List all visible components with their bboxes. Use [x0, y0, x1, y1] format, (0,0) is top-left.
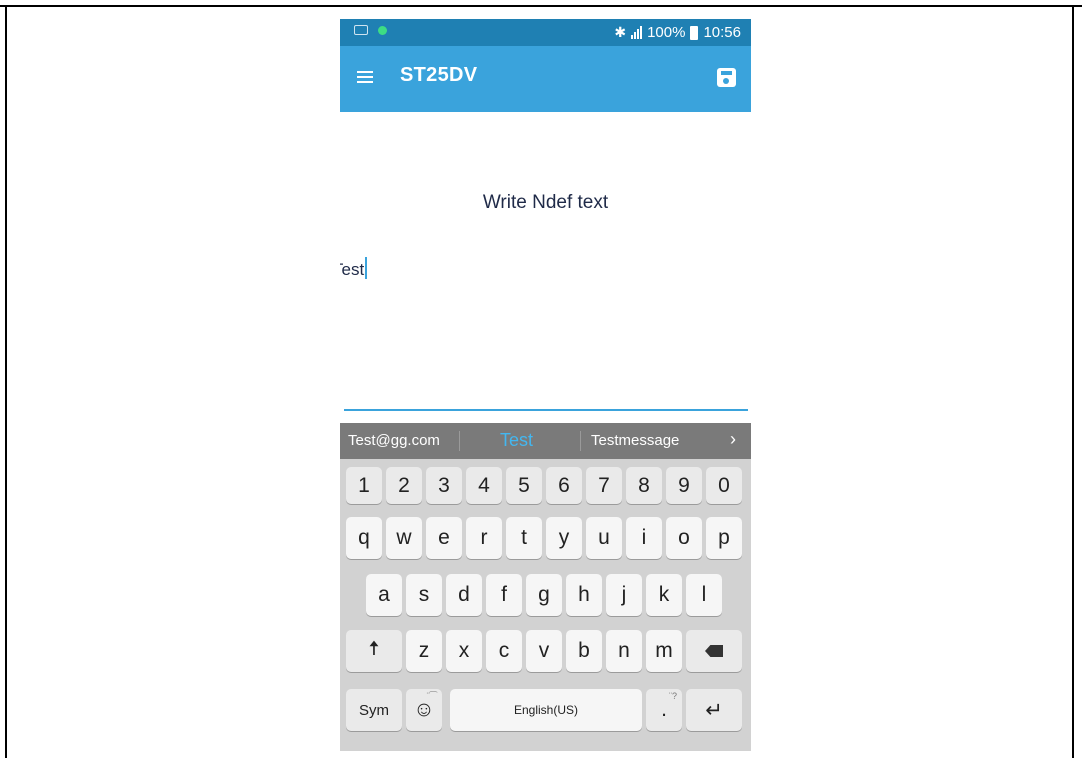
key-c[interactable]: c — [486, 630, 522, 672]
key-t[interactable]: t — [506, 517, 542, 559]
enter-key[interactable]: ↵ — [686, 689, 742, 731]
frame-top-border — [0, 5, 1082, 7]
period-label: . — [661, 698, 667, 721]
keyboard-icon — [354, 25, 368, 35]
text-input-value: Test — [340, 260, 365, 279]
phone-screen: ✱ 100% 10:56 ST25DV Write Ndef text Test… — [340, 19, 751, 751]
suggestion-divider — [459, 431, 460, 451]
backspace-key[interactable] — [686, 630, 742, 672]
key-d[interactable]: d — [446, 574, 482, 616]
key-x[interactable]: x — [446, 630, 482, 672]
key-e[interactable]: e — [426, 517, 462, 559]
status-bar: ✱ 100% 10:56 — [340, 19, 751, 46]
key-u[interactable]: u — [586, 517, 622, 559]
key-r[interactable]: r — [466, 517, 502, 559]
ndef-text-input[interactable]: Test — [340, 257, 367, 280]
backspace-icon — [705, 645, 723, 657]
frame-right-border — [1072, 5, 1074, 758]
signal-icon — [631, 26, 643, 39]
text-input-underline — [344, 409, 748, 411]
app-bar: ST25DV — [340, 46, 751, 112]
key-3[interactable]: 3 — [426, 467, 462, 504]
key-h[interactable]: h — [566, 574, 602, 616]
battery-icon — [690, 25, 699, 40]
suggestion-bar: Test@gg.com Test Testmessage › — [340, 423, 751, 459]
menu-icon[interactable] — [357, 71, 373, 83]
emoji-key-hint: ¨⁀ — [426, 691, 437, 701]
space-key[interactable]: English(US) — [450, 689, 642, 731]
key-0[interactable]: 0 — [706, 467, 742, 504]
key-m[interactable]: m — [646, 630, 682, 672]
status-notifications — [354, 25, 387, 35]
key-a[interactable]: a — [366, 574, 402, 616]
text-caret — [365, 257, 367, 279]
key-z[interactable]: z — [406, 630, 442, 672]
save-icon[interactable] — [717, 68, 736, 87]
page-heading: Write Ndef text — [482, 192, 609, 213]
key-o[interactable]: o — [666, 517, 702, 559]
period-key-hint: ¨? — [668, 691, 677, 701]
key-i[interactable]: i — [626, 517, 662, 559]
key-4[interactable]: 4 — [466, 467, 502, 504]
key-8[interactable]: 8 — [626, 467, 662, 504]
dot-icon — [378, 25, 387, 35]
suggestion-left[interactable]: Test@gg.com — [348, 432, 440, 449]
key-2[interactable]: 2 — [386, 467, 422, 504]
suggestion-middle[interactable]: Test — [500, 430, 533, 451]
key-9[interactable]: 9 — [666, 467, 702, 504]
frame-left-border — [5, 5, 7, 758]
key-n[interactable]: n — [606, 630, 642, 672]
key-6[interactable]: 6 — [546, 467, 582, 504]
status-time: 10:56 — [703, 24, 741, 41]
key-g[interactable]: g — [526, 574, 562, 616]
emoji-key[interactable]: ¨⁀ ☺ — [406, 689, 442, 731]
key-1[interactable]: 1 — [346, 467, 382, 504]
status-indicators: ✱ 100% 10:56 — [614, 24, 741, 41]
suggestion-right[interactable]: Testmessage — [591, 432, 679, 449]
key-7[interactable]: 7 — [586, 467, 622, 504]
key-f[interactable]: f — [486, 574, 522, 616]
key-w[interactable]: w — [386, 517, 422, 559]
key-l[interactable]: l — [686, 574, 722, 616]
key-k[interactable]: k — [646, 574, 682, 616]
key-q[interactable]: q — [346, 517, 382, 559]
key-y[interactable]: y — [546, 517, 582, 559]
key-5[interactable]: 5 — [506, 467, 542, 504]
bluetooth-icon: ✱ — [614, 24, 627, 40]
app-title: ST25DV — [400, 64, 478, 86]
keyboard: 1 2 3 4 5 6 7 8 9 0 q w e r t y u i o p … — [340, 459, 751, 751]
chevron-right-icon[interactable]: › — [730, 429, 736, 450]
enter-icon: ↵ — [705, 698, 723, 722]
shift-icon: 🠅 — [368, 638, 380, 660]
suggestion-divider — [580, 431, 581, 451]
sym-key[interactable]: Sym — [346, 689, 402, 731]
key-j[interactable]: j — [606, 574, 642, 616]
key-s[interactable]: s — [406, 574, 442, 616]
shift-key[interactable]: 🠅 — [346, 630, 402, 672]
key-b[interactable]: b — [566, 630, 602, 672]
period-key[interactable]: ¨? . — [646, 689, 682, 731]
battery-percent: 100% — [647, 24, 686, 41]
key-v[interactable]: v — [526, 630, 562, 672]
key-p[interactable]: p — [706, 517, 742, 559]
